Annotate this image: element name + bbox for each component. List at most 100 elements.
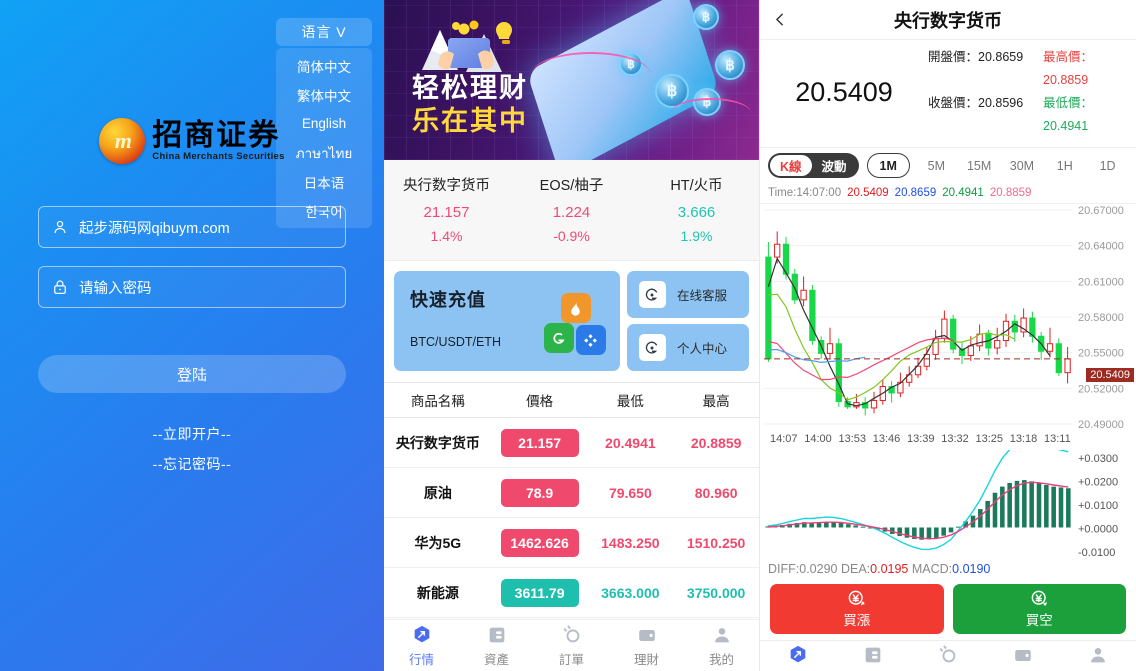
table-row[interactable]: 央行数字货币 21.157 20.4941 20.8859 (384, 418, 759, 468)
nav-item-orders[interactable]: 訂單 (534, 624, 609, 668)
nav-item-assets[interactable]: 資產 (835, 644, 910, 671)
svg-text:20.55000: 20.55000 (1078, 347, 1124, 359)
quick-recharge-subtitle: BTC/USDT/ETH (410, 335, 501, 349)
last-price: 20.5409 (795, 76, 893, 107)
quote-close: 20.5409 (847, 187, 889, 199)
nav-item-profile[interactable]: 我的 (1061, 644, 1136, 671)
password-placeholder: 请输入密码 (79, 280, 152, 297)
flame-glyph (571, 300, 581, 316)
open-account-link[interactable]: --立即开户-- (0, 424, 384, 444)
nav-item-finance[interactable]: 理財 (609, 624, 684, 668)
ticker-name: EOS/柚子 (539, 178, 604, 194)
orders-icon (939, 645, 956, 663)
banner-coin-icon: ฿ (715, 50, 745, 80)
nav-item-orders[interactable]: 訂單 (910, 644, 985, 671)
chart-mode-toggle[interactable]: K線 波動 (768, 153, 859, 178)
ticker-strip: 央行数字货币 21.157 1.4% EOS/柚子 1.224 -0.9% HT… (384, 160, 759, 261)
svg-text:20.49000: 20.49000 (1078, 419, 1124, 431)
close-value: 20.8596 (978, 96, 1024, 111)
table-row[interactable]: 新能源 3611.79 3663.000 3750.000 (384, 568, 759, 618)
login-button[interactable]: 登陆 (38, 355, 346, 393)
language-button[interactable]: 语言 V (276, 18, 372, 46)
macd-chart[interactable]: +0.0300 +0.0200 +0.0100 +0.0000 -0.0100 (760, 439, 1136, 560)
candlestick-svg: 20.67000 20.64000 20.61000 20.58000 20.55000… (764, 205, 1124, 445)
timeframe-30m[interactable]: 30M (1002, 159, 1043, 173)
svg-text:20.61000: 20.61000 (1078, 276, 1124, 288)
banner-title-line2: 乐在其中 (412, 105, 528, 136)
quote-low: 20.4941 (942, 187, 984, 199)
timeframe-1h[interactable]: 1H (1044, 159, 1085, 173)
chart-panel: 央行数字货币 20.5409 開盤價：20.8659 最高價：20.8859 收… (760, 0, 1136, 671)
banner-title-line1: 轻松理财 (412, 73, 528, 103)
lang-option-ja[interactable]: 日本语 (276, 167, 372, 196)
macd-diff: DIFF:0.0290 (768, 561, 838, 576)
nav-label: 我的 (708, 652, 734, 667)
user-center-label: 个人中心 (676, 342, 727, 356)
row-price-cell: 21.157 (492, 428, 588, 457)
row-price-cell: 3611.79 (492, 578, 588, 607)
lang-option-zh-tw[interactable]: 繁体中文 (276, 80, 372, 109)
ticker-item[interactable]: 央行数字货币 21.157 1.4% (384, 174, 509, 244)
macd-macd-value: 0.0190 (952, 561, 991, 576)
row-price-pill: 1462.626 (500, 528, 579, 557)
nav-label: 訂單 (558, 652, 584, 667)
market-bottom-nav: 行情 資產 訂單 理財 我的 (384, 619, 759, 671)
open-value: 20.8659 (978, 50, 1024, 64)
svg-text:20.52000: 20.52000 (1078, 383, 1124, 395)
candlestick-chart[interactable]: 20.67000 20.64000 20.61000 20.58000 20.55000… (760, 204, 1136, 450)
row-high: 3750.000 (686, 584, 746, 601)
table-row[interactable]: 华为5G 1462.626 1483.250 1510.250 (384, 518, 759, 568)
brand-logo: m 招商证券 China Merchants Securities (0, 118, 384, 164)
timeframe-5m[interactable]: 5M (916, 159, 957, 173)
timeframe-15m[interactable]: 15M (959, 159, 1000, 173)
logo-emblem-icon: m (99, 118, 146, 164)
nav-label: 行情 (408, 652, 434, 667)
row-price-pill: 78.9 (500, 478, 579, 507)
ticker-name: HT/火币 (670, 178, 723, 194)
user-circle-glyph (646, 341, 658, 354)
banner-wallet-illustration (422, 20, 512, 72)
ticker-item[interactable]: HT/火币 3.666 1.9% (634, 174, 759, 244)
nav-item-profile[interactable]: 我的 (684, 624, 759, 668)
ohlc-summary: 開盤價：20.8659 最高價： 20.8859 收盤價：20.8596 最低價：… (928, 46, 1126, 139)
svg-text:14:07: 14:07 (770, 433, 798, 445)
orders-icon (563, 624, 579, 642)
nav-item-market[interactable]: 行情 (384, 624, 459, 668)
svg-text:13:53: 13:53 (839, 433, 867, 445)
nav-item-market[interactable]: 行情 (760, 644, 835, 671)
svg-text:13:18: 13:18 (1010, 433, 1038, 445)
page-title: 央行数字货币 (894, 10, 1002, 31)
lock-icon (54, 280, 66, 294)
mode-kline[interactable]: K線 (770, 155, 812, 176)
nav-item-finance[interactable]: 理財 (986, 644, 1061, 671)
lang-option-zh-cn[interactable]: 简体中文 (276, 51, 372, 80)
promo-banner[interactable]: ฿ ฿ ฿ ฿ ฿ 轻松理财 乐在其中 (384, 0, 759, 160)
buy-short-button[interactable]: 買空 (952, 583, 1126, 634)
table-row[interactable]: 原油 78.9 79.650 80.960 (384, 468, 759, 518)
ticker-change: 1.9% (680, 228, 713, 244)
market-icon (414, 625, 429, 642)
market-panel: ฿ ฿ ฿ ฿ ฿ 轻松理财 乐在其中 央行数字货币 21.157 1.4% E… (384, 0, 760, 671)
login-panel: 语言 V 简体中文 繁体中文 English ภาษาไทย 日本语 한국어 m… (0, 0, 384, 671)
col-header-low: 最低 (616, 394, 644, 409)
mode-wave[interactable]: 波動 (812, 155, 857, 176)
user-center-button[interactable]: 个人中心 (626, 324, 749, 371)
svg-text:+0.0300: +0.0300 (1078, 453, 1118, 465)
finance-icon (1015, 649, 1031, 661)
nav-item-assets[interactable]: 資產 (459, 624, 534, 668)
timeframe-1m[interactable]: 1M (866, 153, 910, 178)
username-field[interactable]: 起步源码网qibuym.com (38, 206, 346, 248)
quick-recharge-card[interactable]: 快速充值 BTC/USDT/ETH (394, 271, 620, 371)
row-low: 79.650 (608, 484, 652, 501)
row-high: 1510.250 (686, 534, 746, 551)
password-field[interactable]: 请输入密码 (38, 266, 346, 308)
buy-long-button[interactable]: 買漲 (770, 583, 944, 634)
ticker-item[interactable]: EOS/柚子 1.224 -0.9% (509, 174, 634, 244)
banner-title: 轻松理财 乐在其中 (412, 72, 528, 138)
forgot-password-link[interactable]: --忘记密码-- (0, 454, 384, 474)
online-support-button[interactable]: 在线客服 (626, 271, 749, 318)
ticker-change: -0.9% (553, 228, 590, 244)
nav-label: 理財 (633, 652, 659, 667)
high-value: 20.8859 (1043, 73, 1089, 88)
timeframe-1d[interactable]: 1D (1087, 159, 1128, 173)
